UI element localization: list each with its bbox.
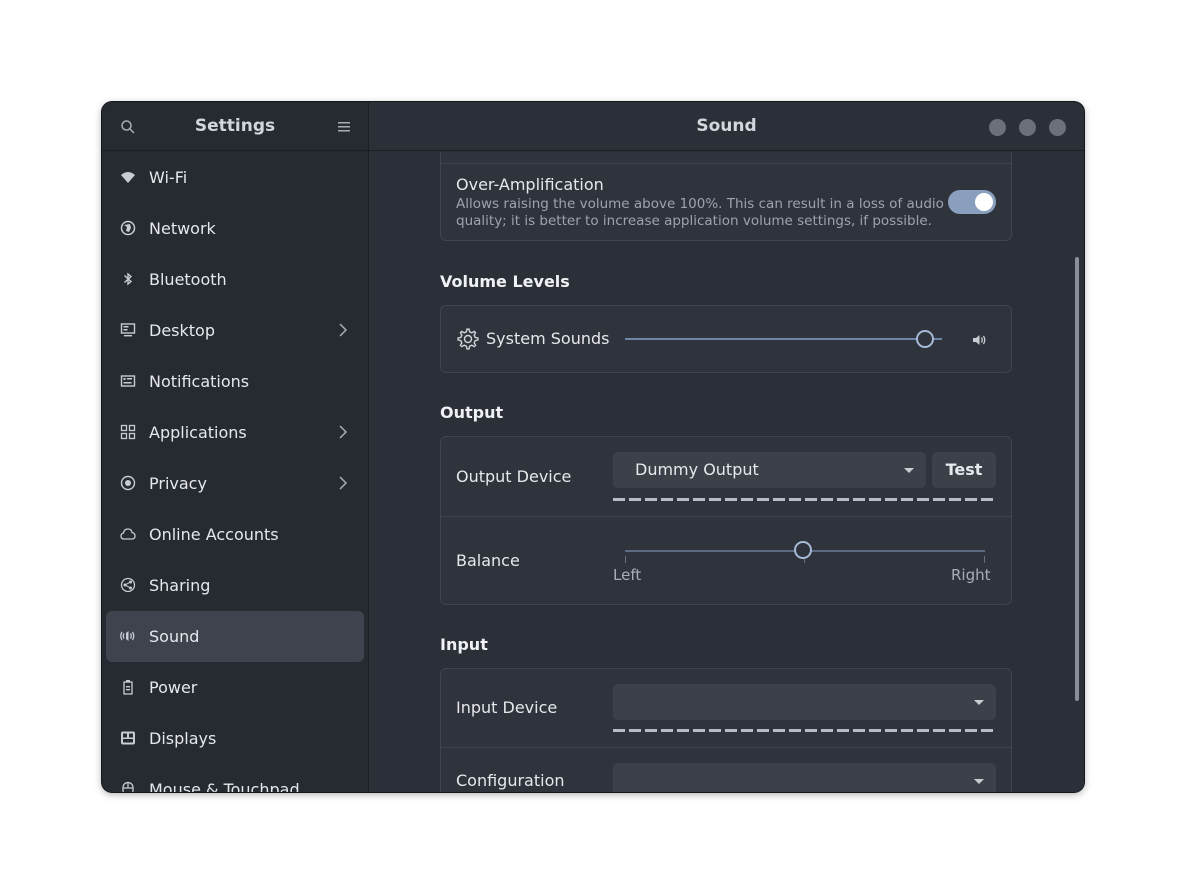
chevron-down-icon [974, 779, 984, 784]
sidebar-item-applications[interactable]: Applications [106, 407, 364, 458]
row-divider [441, 516, 1011, 517]
output-heading: Output [440, 403, 504, 422]
output-device-label: Output Device [456, 467, 572, 486]
sidebar-item-mouse-touchpad[interactable]: Mouse & Touchpad [106, 764, 364, 792]
chevron-down-icon [974, 700, 984, 705]
output-device-dropdown[interactable]: Dummy Output [613, 452, 926, 488]
sidebar-item-network[interactable]: Network [106, 203, 364, 254]
chevron-down-icon [904, 468, 914, 473]
input-device-dropdown[interactable] [613, 684, 996, 720]
sidebar-item-label: Power [149, 678, 198, 697]
scrollbar[interactable] [1075, 257, 1079, 701]
close-button[interactable] [1049, 119, 1066, 136]
sidebar-item-privacy[interactable]: Privacy [106, 458, 364, 509]
sidebar-item-online-accounts[interactable]: Online Accounts [106, 509, 364, 560]
speaker-icon [120, 631, 135, 641]
system-sounds-slider[interactable] [625, 338, 942, 340]
sidebar-header: Settings [102, 102, 368, 151]
sidebar-item-label: Sharing [149, 576, 211, 595]
toggle-knob [975, 193, 993, 211]
cloud-icon [120, 528, 136, 540]
sidebar-item-label: Wi-Fi [149, 168, 188, 187]
over-amplification-description: Allows raising the volume above 100%. Th… [456, 196, 944, 212]
balance-left-label: Left [613, 566, 642, 584]
balance-slider-knob[interactable] [794, 541, 812, 559]
over-amplification-title: Over-Amplification [456, 175, 604, 194]
network-icon [120, 220, 136, 236]
sidebar-item-label: Privacy [149, 474, 207, 493]
chevron-right-icon [339, 425, 348, 439]
output-card: Output Device Dummy Output Test Balance … [440, 436, 1012, 605]
sidebar-list: Wi-Fi Network Bluetooth Desktop Notifica… [102, 152, 368, 792]
volume-levels-card: System Sounds [440, 305, 1012, 373]
main-header: Sound [369, 102, 1084, 151]
configuration-label: Configuration [456, 771, 565, 790]
sidebar-item-label: Displays [149, 729, 217, 748]
over-amplification-card: Over-Amplification Allows raising the vo… [440, 152, 1012, 241]
sidebar-item-desktop[interactable]: Desktop [106, 305, 364, 356]
share-icon [120, 577, 136, 593]
sidebar-item-sound[interactable]: Sound [106, 611, 364, 662]
sidebar-item-wifi[interactable]: Wi-Fi [106, 152, 364, 203]
sidebar-item-label: Online Accounts [149, 525, 279, 544]
sidebar-item-label: Bluetooth [149, 270, 227, 289]
sidebar-item-label: Network [149, 219, 216, 238]
row-divider [441, 747, 1011, 748]
settings-window: Settings Wi-Fi Network Bluetooth Desktop… [102, 102, 1084, 792]
input-level-meter [613, 729, 996, 732]
maximize-button[interactable] [1019, 119, 1036, 136]
bluetooth-icon [124, 272, 133, 286]
input-card: Input Device Configuration [440, 668, 1012, 792]
chevron-right-icon [339, 476, 348, 490]
output-level-meter [613, 498, 996, 501]
minimize-button[interactable] [989, 119, 1006, 136]
sidebar-item-label: Notifications [149, 372, 250, 391]
sidebar-item-bluetooth[interactable]: Bluetooth [106, 254, 364, 305]
over-amplification-toggle[interactable] [948, 190, 996, 214]
system-sounds-slider-knob[interactable] [916, 330, 934, 348]
input-device-label: Input Device [456, 698, 558, 717]
sound-settings-content: Over-Amplification Allows raising the vo… [369, 152, 1084, 792]
row-divider [441, 163, 1011, 164]
mouse-icon [122, 781, 134, 792]
sidebar-item-displays[interactable]: Displays [106, 713, 364, 764]
sidebar: Settings Wi-Fi Network Bluetooth Desktop… [102, 102, 369, 792]
system-sounds-label: System Sounds [486, 329, 610, 348]
configuration-dropdown[interactable] [613, 763, 996, 792]
sidebar-item-sharing[interactable]: Sharing [106, 560, 364, 611]
page-title: Sound [696, 116, 757, 136]
notifications-icon [120, 375, 136, 387]
sidebar-item-label: Desktop [149, 321, 215, 340]
sidebar-item-label: Applications [149, 423, 247, 442]
sidebar-item-label: Mouse & Touchpad [149, 780, 300, 792]
balance-right-label: Right [951, 566, 991, 584]
over-amplification-description: quality; it is better to increase applic… [456, 213, 932, 229]
power-icon [123, 680, 133, 695]
desktop-icon [120, 323, 136, 337]
wifi-icon [121, 172, 135, 183]
balance-tick [625, 556, 626, 563]
sidebar-title: Settings [194, 116, 276, 136]
balance-tick [984, 556, 985, 563]
sidebar-item-label: Sound [149, 627, 200, 646]
volume-levels-heading: Volume Levels [440, 272, 570, 291]
speaker-icon[interactable] [971, 332, 987, 348]
output-device-value: Dummy Output [635, 460, 759, 479]
sidebar-item-notifications[interactable]: Notifications [106, 356, 364, 407]
input-heading: Input [440, 635, 488, 654]
privacy-icon [120, 475, 136, 491]
main-panel: Sound Over-Amplification Allows raising … [369, 102, 1084, 792]
test-button[interactable]: Test [932, 452, 996, 488]
hamburger-menu-icon[interactable] [336, 119, 352, 135]
applications-icon [120, 424, 136, 440]
gear-icon [457, 328, 479, 350]
sidebar-item-power[interactable]: Power [106, 662, 364, 713]
balance-label: Balance [456, 551, 520, 570]
displays-icon [121, 731, 135, 745]
chevron-right-icon [339, 323, 348, 337]
